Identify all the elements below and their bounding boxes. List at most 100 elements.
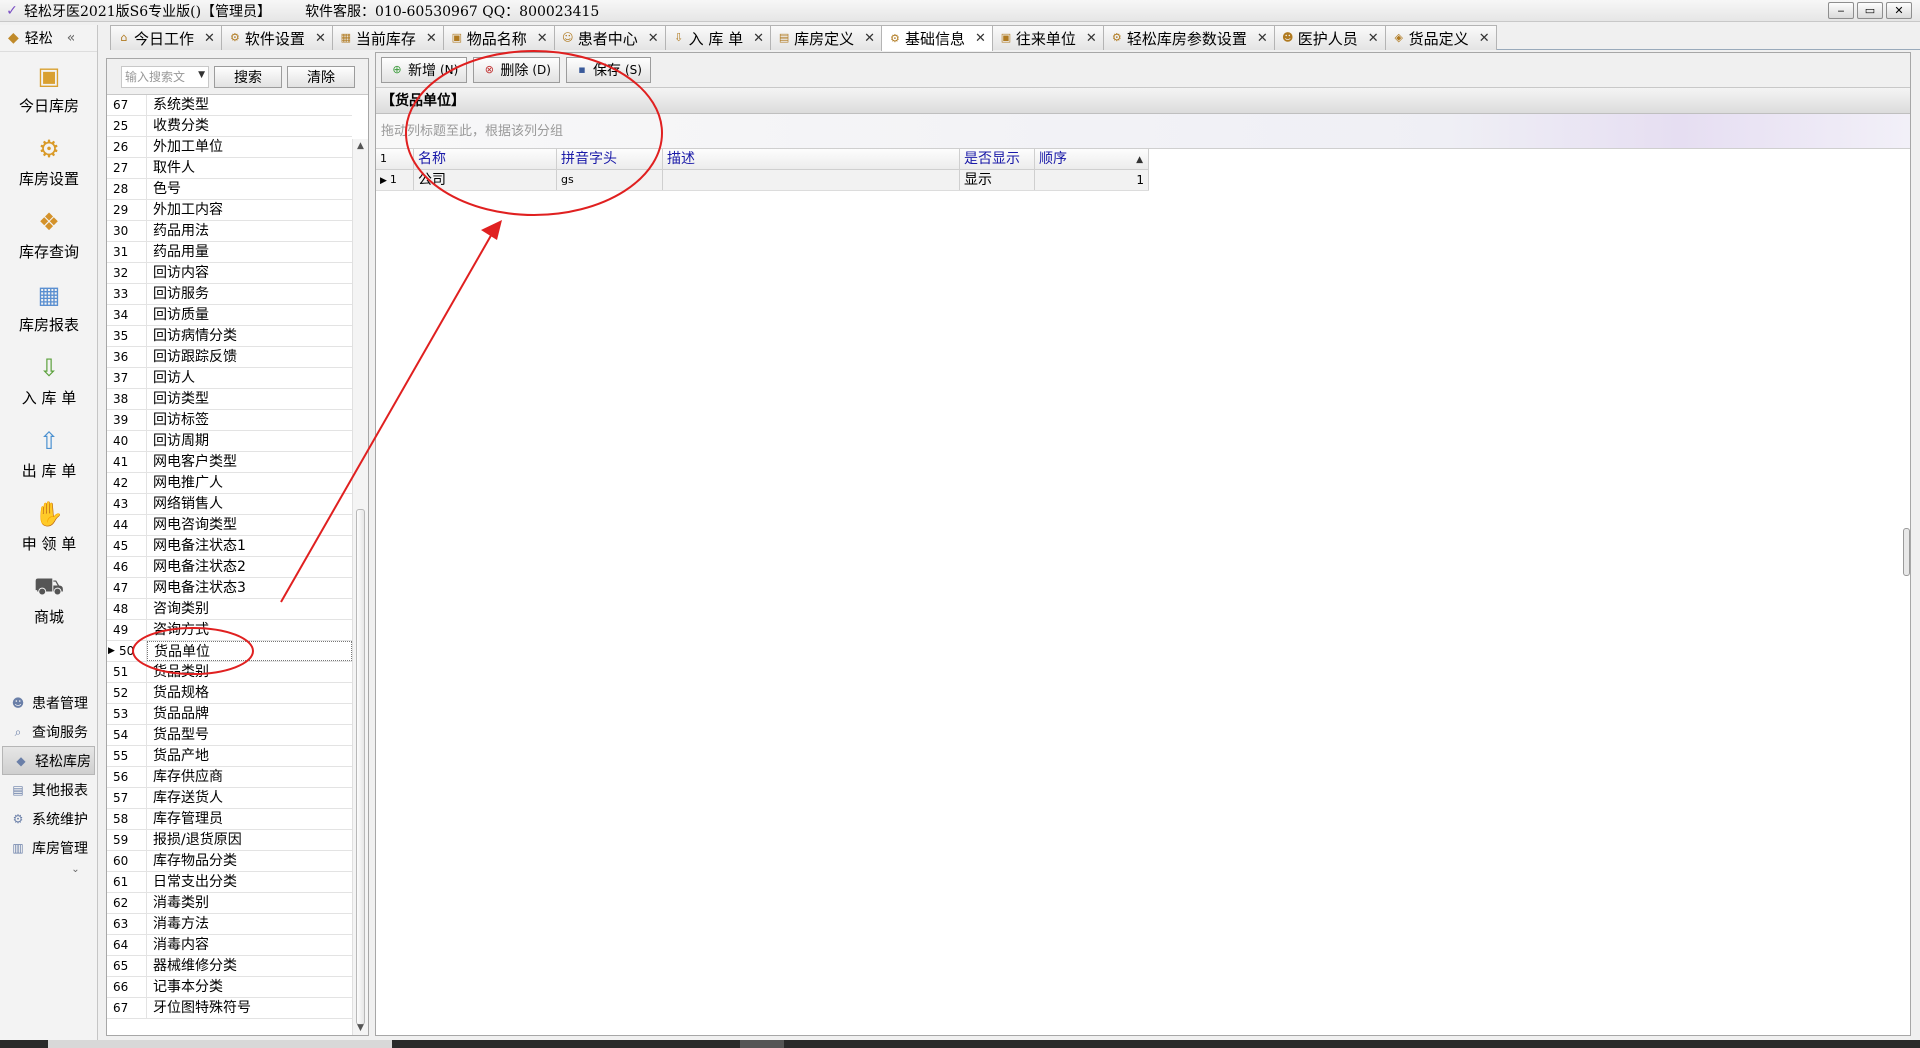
- nav-item-1[interactable]: ⚙ 库房设置: [0, 125, 98, 198]
- taskbar-item[interactable]: [48, 1040, 392, 1048]
- nav-module-5[interactable]: ▥ 库房管理: [0, 833, 97, 862]
- category-row[interactable]: 27 取件人: [107, 158, 352, 179]
- category-row[interactable]: 40 回访周期: [107, 431, 352, 452]
- delete-button[interactable]: ⊗ 删除 (D): [473, 57, 560, 83]
- category-row[interactable]: 38 回访类型: [107, 389, 352, 410]
- category-row[interactable]: 61 日常支出分类: [107, 872, 352, 893]
- category-row[interactable]: 54 货品型号: [107, 725, 352, 746]
- category-row[interactable]: 33 回访服务: [107, 284, 352, 305]
- tab-9[interactable]: ⚙ 轻松库房参数设置 ✕: [1102, 25, 1275, 50]
- nav-item-0[interactable]: ▣ 今日库房: [0, 52, 98, 125]
- category-row[interactable]: 31 药品用量: [107, 242, 352, 263]
- column-header-pinyin[interactable]: 拼音字头: [557, 149, 663, 169]
- tab-close-icon[interactable]: ✕: [975, 31, 986, 46]
- tab-10[interactable]: ☻ 医护人员 ✕: [1273, 25, 1386, 50]
- cell-description[interactable]: [663, 170, 960, 190]
- cell-visible[interactable]: 显示: [960, 170, 1035, 190]
- category-row[interactable]: 55 货品产地: [107, 746, 352, 767]
- category-row[interactable]: 26 外加工单位: [107, 137, 352, 158]
- category-row[interactable]: 57 库存送货人: [107, 788, 352, 809]
- tab-close-icon[interactable]: ✕: [315, 31, 326, 46]
- category-row[interactable]: 35 回访病情分类: [107, 326, 352, 347]
- nav-item-3[interactable]: ▦ 库房报表: [0, 271, 98, 344]
- nav-item-6[interactable]: ✋ 申 领 单: [0, 490, 98, 563]
- column-header-visible[interactable]: 是否显示: [960, 149, 1035, 169]
- category-row[interactable]: 44 网电咨询类型: [107, 515, 352, 536]
- category-row[interactable]: 48 咨询类别: [107, 599, 352, 620]
- scroll-down-icon[interactable]: ▼: [357, 1023, 364, 1033]
- scroll-up-icon[interactable]: ▲: [357, 141, 364, 151]
- nav-module-1[interactable]: ⌕ 查询服务: [0, 717, 97, 746]
- tab-1[interactable]: ⚙ 软件设置 ✕: [220, 25, 333, 50]
- tab-close-icon[interactable]: ✕: [1257, 31, 1268, 46]
- category-scrollbar[interactable]: ▲ ▼: [352, 139, 368, 1035]
- category-row[interactable]: 65 器械维修分类: [107, 956, 352, 977]
- category-search-input[interactable]: 输入搜索文 ▼: [121, 65, 209, 88]
- category-row[interactable]: 47 网电备注状态3: [107, 578, 352, 599]
- category-row[interactable]: 56 库存供应商: [107, 767, 352, 788]
- category-row[interactable]: 36 回访跟踪反馈: [107, 347, 352, 368]
- category-row[interactable]: 51 货品类别: [107, 662, 352, 683]
- category-row[interactable]: 46 网电备注状态2: [107, 557, 352, 578]
- category-row[interactable]: 41 网电客户类型: [107, 452, 352, 473]
- category-row[interactable]: 39 回访标签: [107, 410, 352, 431]
- category-row[interactable]: 32 回访内容: [107, 263, 352, 284]
- nav-more-button[interactable]: ⌄: [0, 864, 97, 875]
- scroll-thumb[interactable]: [356, 509, 365, 1025]
- clear-button[interactable]: 清除: [287, 65, 355, 88]
- category-row[interactable]: 67 牙位图特殊符号: [107, 998, 352, 1019]
- category-row[interactable]: 53 货品品牌: [107, 704, 352, 725]
- cell-pinyin[interactable]: gs: [557, 170, 663, 190]
- tab-4[interactable]: ☺ 患者中心 ✕: [553, 25, 666, 50]
- close-window-button[interactable]: ✕: [1886, 2, 1912, 19]
- category-row[interactable]: 66 记事本分类: [107, 977, 352, 998]
- tab-5[interactable]: ⇩ 入 库 单 ✕: [664, 25, 772, 50]
- category-row[interactable]: 60 库存物品分类: [107, 851, 352, 872]
- save-button[interactable]: ▪ 保存 (S): [565, 57, 651, 83]
- tab-close-icon[interactable]: ✕: [204, 31, 215, 46]
- category-row[interactable]: 64 消毒内容: [107, 935, 352, 956]
- cell-name[interactable]: 公司: [414, 170, 557, 190]
- category-row[interactable]: 28 色号: [107, 179, 352, 200]
- category-row[interactable]: 52 货品规格: [107, 683, 352, 704]
- tab-close-icon[interactable]: ✕: [426, 31, 437, 46]
- tab-0[interactable]: ⌂ 今日工作 ✕: [110, 25, 222, 50]
- table-row[interactable]: ▶ 1 公司 gs 显示 1: [376, 170, 1149, 191]
- category-row[interactable]: 63 消毒方法: [107, 914, 352, 935]
- category-row[interactable]: 29 外加工内容: [107, 200, 352, 221]
- panel-splitter-handle[interactable]: [1903, 528, 1910, 576]
- column-header-order[interactable]: 顺序 ▲: [1035, 149, 1149, 169]
- taskbar-item-2[interactable]: [740, 1040, 784, 1048]
- category-row[interactable]: 25 收费分类: [107, 116, 352, 137]
- nav-item-2[interactable]: ❖ 库存查询: [0, 198, 98, 271]
- tab-2[interactable]: ▦ 当前库存 ✕: [331, 25, 444, 50]
- tab-8[interactable]: ▣ 往来单位 ✕: [991, 25, 1104, 50]
- add-button[interactable]: ⊕ 新增 (N): [381, 57, 468, 83]
- category-row[interactable]: 45 网电备注状态1: [107, 536, 352, 557]
- category-row[interactable]: 42 网电推广人: [107, 473, 352, 494]
- category-row[interactable]: ▶ 50 货品单位: [107, 641, 352, 662]
- cell-order[interactable]: 1: [1035, 170, 1149, 190]
- tab-close-icon[interactable]: ✕: [1086, 31, 1097, 46]
- nav-module-4[interactable]: ⚙ 系统维护: [0, 804, 97, 833]
- tab-close-icon[interactable]: ✕: [537, 31, 548, 46]
- category-row[interactable]: 43 网络销售人: [107, 494, 352, 515]
- category-row[interactable]: 59 报损/退货原因: [107, 830, 352, 851]
- search-button[interactable]: 搜索: [214, 65, 282, 88]
- tab-close-icon[interactable]: ✕: [1368, 31, 1379, 46]
- tab-close-icon[interactable]: ✕: [1479, 31, 1490, 46]
- collapse-nav-button[interactable]: «: [67, 30, 76, 46]
- nav-item-5[interactable]: ⇧ 出 库 单: [0, 417, 98, 490]
- category-row[interactable]: 49 咨询方式: [107, 620, 352, 641]
- column-header-name[interactable]: 名称: [414, 149, 557, 169]
- category-row[interactable]: 58 库存管理员: [107, 809, 352, 830]
- tab-7[interactable]: ⚙ 基础信息 ✕: [880, 25, 993, 51]
- tab-11[interactable]: ◈ 货品定义 ✕: [1384, 25, 1497, 50]
- nav-item-7[interactable]: ⛟ 商城: [0, 563, 98, 636]
- category-row[interactable]: 30 药品用法: [107, 221, 352, 242]
- dropdown-arrow-icon[interactable]: ▼: [198, 70, 205, 80]
- nav-item-4[interactable]: ⇩ 入 库 单: [0, 344, 98, 417]
- category-row[interactable]: 67 系统类型: [107, 95, 352, 116]
- restore-button[interactable]: ▭: [1857, 2, 1883, 19]
- category-row[interactable]: 34 回访质量: [107, 305, 352, 326]
